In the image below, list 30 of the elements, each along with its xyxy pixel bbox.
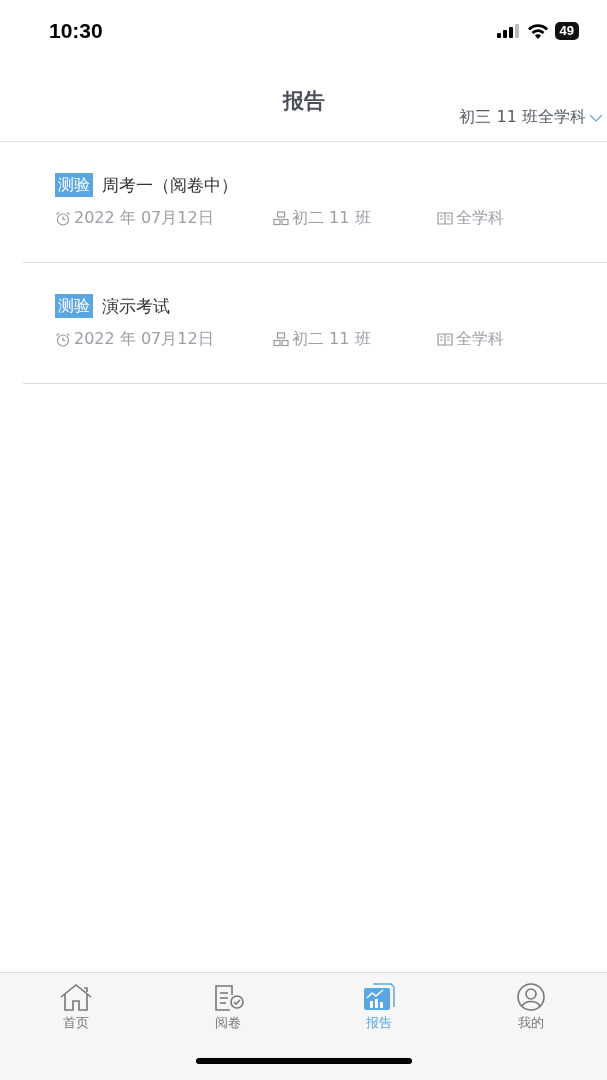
exam-type-tag: 测验 (55, 173, 93, 197)
tab-item[interactable]: 阅卷 (151, 973, 304, 1032)
status-time: 10:30 (49, 19, 103, 43)
report-subject: 全学科 (456, 208, 504, 229)
alarm-clock-icon (55, 332, 71, 347)
tab-item[interactable]: 报告 (303, 973, 456, 1032)
wifi-icon (526, 23, 549, 39)
book-icon (437, 211, 453, 226)
tab-item[interactable]: 我的 (455, 973, 607, 1032)
report-date: 2022 年 07月12日 (74, 208, 214, 229)
report-title: 周考一（阅卷中） (102, 173, 238, 197)
book-icon (437, 332, 453, 347)
exam-type-tag: 测验 (55, 294, 93, 318)
page-title: 报告 (282, 88, 325, 115)
report-title: 演示考试 (102, 294, 170, 318)
chart-report-icon (361, 983, 398, 1011)
report-class: 初二 11 班 (292, 208, 371, 229)
class-filter-dropdown[interactable]: 初三 11 班全学科 (459, 107, 603, 128)
signal-icon (496, 24, 521, 38)
report-item[interactable]: 测验 演示考试 2022 年 07月12日 初二 11 班 全学科 (23, 263, 607, 384)
alarm-clock-icon (55, 211, 71, 226)
report-subject: 全学科 (456, 329, 504, 350)
report-item[interactable]: 测验 周考一（阅卷中） 2022 年 07月12日 初二 11 班 全学科 (23, 142, 607, 263)
class-icon (273, 211, 289, 226)
chevron-down-icon (589, 113, 603, 122)
tab-item[interactable]: 首页 (0, 973, 152, 1032)
report-date: 2022 年 07月12日 (74, 329, 214, 350)
report-class: 初二 11 班 (292, 329, 371, 350)
class-icon (273, 332, 289, 347)
battery-indicator: 49 (554, 22, 579, 40)
